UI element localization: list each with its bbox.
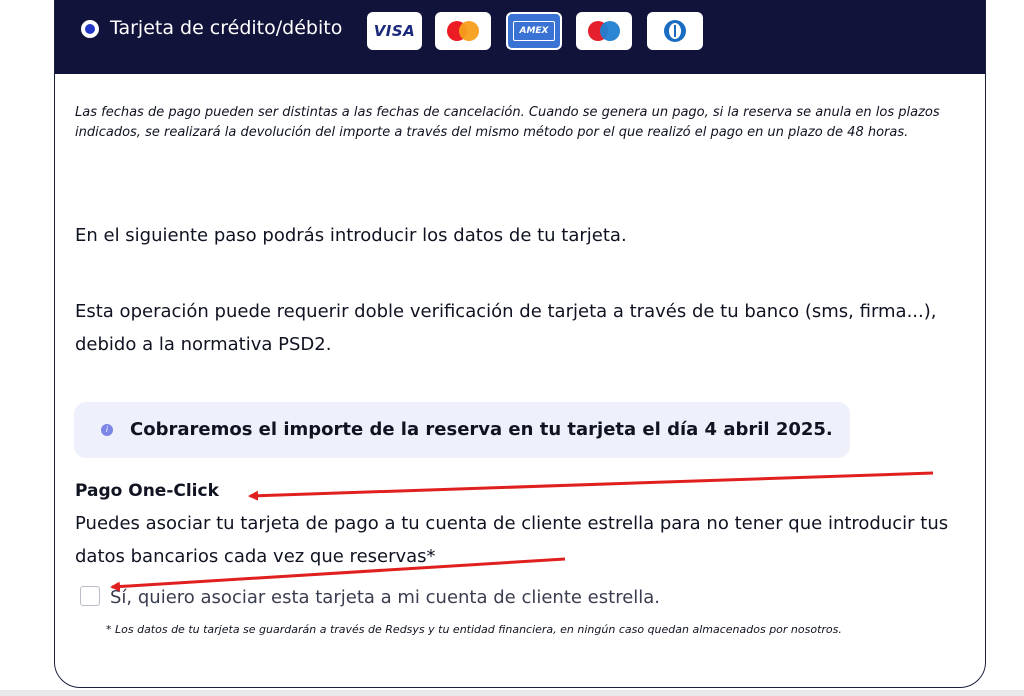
psd2-verification-text: Esta operación puede requerir doble veri…: [75, 301, 937, 355]
info-icon: i: [101, 424, 113, 436]
payment-card: Tarjeta de crédito/débito VISA AMEX Las …: [54, 0, 986, 688]
amex-logo: AMEX: [506, 12, 562, 50]
mastercard-logo: [435, 12, 491, 50]
visa-logo: VISA: [367, 12, 422, 50]
next-step-text: En el siguiente paso podrás introducir l…: [75, 225, 627, 246]
payment-method-radio[interactable]: [81, 20, 99, 38]
charge-date-text: Cobraremos el importe de la reserva en t…: [130, 419, 833, 440]
charge-date-box: i Cobraremos el importe de la reserva en…: [74, 402, 850, 458]
payment-dates-notice: Las fechas de pago pueden ser distintas …: [75, 105, 940, 140]
payment-method-header[interactable]: Tarjeta de crédito/débito VISA AMEX: [55, 0, 985, 74]
payment-method-label[interactable]: Tarjeta de crédito/débito: [110, 17, 342, 39]
maestro-logo: [576, 12, 632, 50]
save-card-checkbox-label[interactable]: Sí, quiero asociar esta tarjeta a mi cue…: [110, 587, 660, 608]
save-card-checkbox[interactable]: [80, 586, 100, 606]
diners-logo: [647, 12, 703, 50]
amex-logo-text: AMEX: [513, 21, 555, 41]
one-click-title: Pago One-Click: [75, 481, 219, 501]
page-bottom-edge: [0, 690, 1024, 696]
one-click-description: Puedes asociar tu tarjeta de pago a tu c…: [75, 513, 949, 567]
storage-footnote: * Los datos de tu tarjeta se guardarán a…: [106, 623, 842, 636]
